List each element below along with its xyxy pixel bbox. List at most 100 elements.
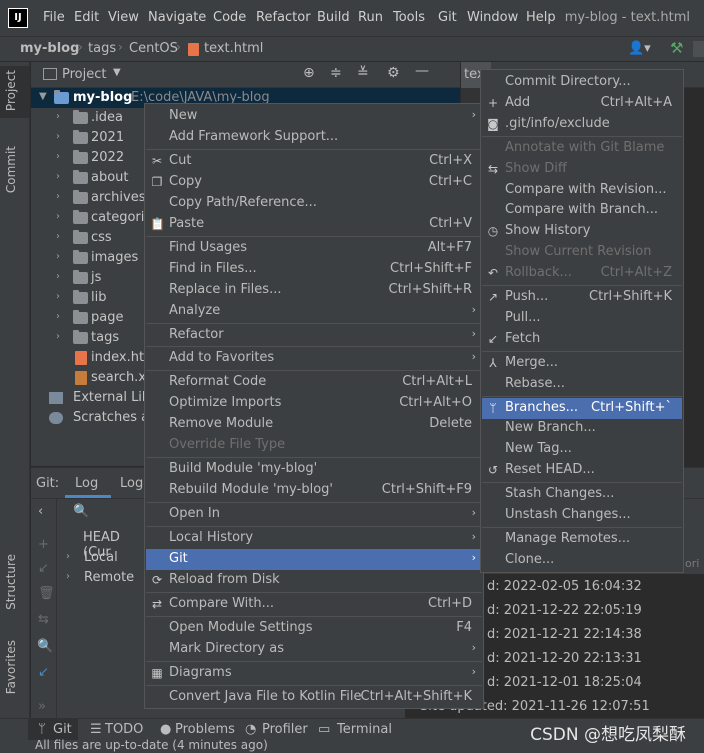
tab-commit[interactable]: Commit xyxy=(4,146,18,193)
menu-item-cut[interactable]: ✂ Cut Ctrl+X xyxy=(146,151,482,172)
menu-item-fetch[interactable]: ↙ Fetch xyxy=(482,329,682,350)
menu-item-mark-directory-as[interactable]: Mark Directory as › xyxy=(146,639,482,660)
menu-item-analyze[interactable]: Analyze › xyxy=(146,301,482,322)
gear-icon[interactable]: ⚙ xyxy=(387,65,400,81)
menu-item-pull[interactable]: Pull... xyxy=(482,308,682,329)
merge-icon[interactable]: ⇆ xyxy=(38,612,49,627)
menu-item-build-module-my-blog[interactable]: Build Module 'my-blog' xyxy=(146,459,482,480)
log-entry[interactable]: d: 2022-02-05 16:04:32 xyxy=(487,579,642,594)
menu-help[interactable]: Help xyxy=(526,10,556,25)
chevron-right-icon[interactable]: › xyxy=(56,331,60,342)
tab-profiler[interactable]: Profiler xyxy=(262,722,308,737)
breadcrumb-project[interactable]: my-blog xyxy=(20,41,79,56)
menu-item-git[interactable]: Git › xyxy=(146,549,482,570)
menu-item-compare-with[interactable]: ⇄ Compare With... Ctrl+D xyxy=(146,594,482,615)
menu-item-open-module-settings[interactable]: Open Module Settings F4 xyxy=(146,618,482,639)
fetch-icon[interactable]: ↙ xyxy=(38,665,49,680)
menu-item-open-in[interactable]: Open In › xyxy=(146,504,482,525)
arrow-icon[interactable]: ↙ xyxy=(38,561,49,576)
menu-item-unstash-changes[interactable]: Unstash Changes... xyxy=(482,505,682,526)
tab-problems[interactable]: Problems xyxy=(175,722,235,737)
plus-icon[interactable]: + xyxy=(38,537,49,552)
menu-item-find-usages[interactable]: Find Usages Alt+F7 xyxy=(146,238,482,259)
chevron-right-icon[interactable]: › xyxy=(56,291,60,302)
tab-project[interactable]: Project xyxy=(4,70,18,111)
menu-item-clone[interactable]: Clone... xyxy=(482,550,682,571)
trash-icon[interactable]: 🗑 xyxy=(38,586,55,601)
menu-item-new[interactable]: New › xyxy=(146,106,482,127)
chevron-right-icon[interactable]: › xyxy=(56,271,60,282)
tab-todo[interactable]: TODO xyxy=(105,722,143,737)
menu-git[interactable]: Git xyxy=(438,10,457,25)
branch-head[interactable]: HEAD (Cur xyxy=(71,528,151,560)
menu-item-convert-java-file-to-kotlin-file[interactable]: Convert Java File to Kotlin File Ctrl+Alt… xyxy=(146,687,482,708)
menu-item-rebuild-module-my-blog[interactable]: Rebuild Module 'my-blog' Ctrl+Shift+F9 xyxy=(146,480,482,501)
menu-item-show-history[interactable]: ◷ Show History xyxy=(482,221,682,242)
expand-all-icon[interactable]: ≑ xyxy=(330,65,342,81)
menu-item-add[interactable]: + Add Ctrl+Alt+A xyxy=(482,93,682,114)
menu-item-stash-changes[interactable]: Stash Changes... xyxy=(482,484,682,505)
menu-item-reload-from-disk[interactable]: ⟳ Reload from Disk xyxy=(146,570,482,591)
breadcrumb-centos[interactable]: CentOS xyxy=(129,41,178,56)
menu-window[interactable]: Window xyxy=(467,10,518,25)
menu-item-branches[interactable]: ᛘ Branches... Ctrl+Shift+` xyxy=(482,397,682,419)
project-view-title[interactable]: Project xyxy=(62,67,106,82)
chevron-right-icon[interactable]: › xyxy=(56,171,60,182)
chevron-right-icon[interactable]: › xyxy=(56,251,60,262)
menu-refactor[interactable]: Refactor xyxy=(256,10,311,25)
menu-item-remove-module[interactable]: Remove Module Delete xyxy=(146,414,482,435)
chevron-left-icon[interactable]: ‹ xyxy=(38,504,43,519)
menu-tools[interactable]: Tools xyxy=(393,10,425,25)
breadcrumb-file[interactable]: text.html xyxy=(204,41,263,56)
menu-item-add-to-favorites[interactable]: Add to Favorites › xyxy=(146,348,482,369)
menu-build[interactable]: Build xyxy=(317,10,350,25)
log-entry[interactable]: d: 2021-12-20 22:13:31 xyxy=(487,651,642,666)
menu-item-optimize-imports[interactable]: Optimize Imports Ctrl+Alt+O xyxy=(146,393,482,414)
collapse-all-icon[interactable]: ≚ xyxy=(357,65,369,81)
menu-run[interactable]: Run xyxy=(358,10,383,25)
chevron-right-icon[interactable]: › xyxy=(56,311,60,322)
branch-local[interactable]: › Local xyxy=(61,548,151,568)
tab-structure[interactable]: Structure xyxy=(4,554,18,610)
menu-item-replace-in-files[interactable]: Replace in Files... Ctrl+Shift+R xyxy=(146,280,482,301)
log-entry[interactable]: d: 2021-12-22 22:05:19 xyxy=(487,603,642,618)
user-icon[interactable]: 👤▾ xyxy=(628,41,651,56)
menu-item-push[interactable]: ↗ Push... Ctrl+Shift+K xyxy=(482,287,682,308)
menu-item-compare-with-revision[interactable]: Compare with Revision... xyxy=(482,180,682,201)
menu-item-refactor[interactable]: Refactor › xyxy=(146,325,482,346)
menu-item-rebase[interactable]: Rebase... xyxy=(482,374,682,395)
hide-icon[interactable]: — xyxy=(415,63,429,79)
chevron-right-icon[interactable]: › xyxy=(56,111,60,122)
search-icon[interactable]: 🔍 xyxy=(37,639,53,654)
branch-remote[interactable]: › Remote xyxy=(61,568,151,588)
chevron-right-icon[interactable]: › xyxy=(56,151,60,162)
menu-item-manage-remotes[interactable]: Manage Remotes... xyxy=(482,529,682,550)
menu-item-copy[interactable]: ❐ Copy Ctrl+C xyxy=(146,172,482,193)
chevron-right-icon[interactable]: › xyxy=(56,211,60,222)
menu-item-git-info-exclude[interactable]: ◙ .git/info/exclude xyxy=(482,114,682,135)
log-entry[interactable]: d: 2021-12-01 18:25:04 xyxy=(487,675,642,690)
locate-icon[interactable]: ⊕ xyxy=(303,65,315,81)
chevron-right-icon[interactable]: › xyxy=(56,191,60,202)
log-entry[interactable]: d: 2021-12-21 22:14:38 xyxy=(487,627,642,642)
menu-item-paste[interactable]: 📋 Paste Ctrl+V xyxy=(146,214,482,235)
menu-item-copy-path-reference[interactable]: Copy Path/Reference... xyxy=(146,193,482,214)
more-icon[interactable]: » xyxy=(38,699,46,714)
run-config-icon[interactable] xyxy=(693,41,704,57)
menu-item-commit-directory[interactable]: Commit Directory... xyxy=(482,72,682,93)
menu-item-reset-head[interactable]: ↺ Reset HEAD... xyxy=(482,460,682,481)
chevron-right-icon[interactable]: › xyxy=(56,231,60,242)
menu-item-find-in-files[interactable]: Find in Files... Ctrl+Shift+F xyxy=(146,259,482,280)
menu-item-reformat-code[interactable]: Reformat Code Ctrl+Alt+L xyxy=(146,372,482,393)
menu-item-add-framework-support[interactable]: Add Framework Support... xyxy=(146,127,482,148)
breadcrumb-tags[interactable]: tags xyxy=(88,41,116,56)
menu-file[interactable]: File xyxy=(43,10,65,25)
menu-edit[interactable]: Edit xyxy=(74,10,99,25)
chevron-down-icon[interactable]: ▼ xyxy=(113,67,121,78)
search-icon[interactable]: 🔍 xyxy=(73,504,89,519)
tab-terminal[interactable]: Terminal xyxy=(337,722,392,737)
tab-favorites[interactable]: Favorites xyxy=(4,640,18,694)
chevron-right-icon[interactable]: › xyxy=(56,131,60,142)
menu-item-local-history[interactable]: Local History › xyxy=(146,528,482,549)
menu-item-merge[interactable]: ⅄ Merge... xyxy=(482,353,682,374)
